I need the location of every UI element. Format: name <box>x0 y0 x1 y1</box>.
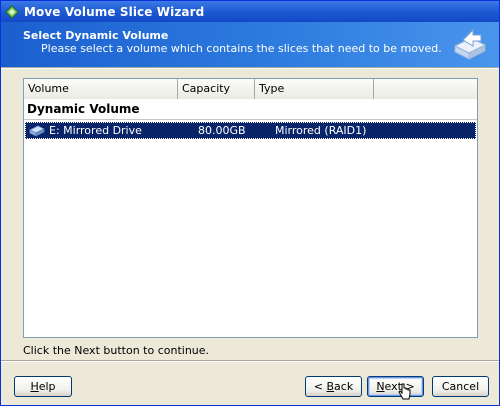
volume-list[interactable]: Volume Capacity Type Dynamic Volume E: M… <box>23 78 478 338</box>
header-subtitle: Please select a volume which contains th… <box>41 42 442 55</box>
drive-icon <box>29 125 45 137</box>
column-volume[interactable]: Volume <box>24 79 178 99</box>
back-button[interactable]: < Back <box>305 376 362 397</box>
header-title: Select Dynamic Volume <box>23 29 169 42</box>
volume-type: Mirrored (RAID1) <box>275 124 367 137</box>
column-capacity[interactable]: Capacity <box>178 79 255 99</box>
move-volume-icon <box>453 28 487 60</box>
header-separator <box>1 67 499 69</box>
instruction-text: Click the Next button to continue. <box>23 344 210 357</box>
list-item[interactable]: E: Mirrored Drive 80.00GB Mirrored (RAID… <box>25 122 476 139</box>
column-type[interactable]: Type <box>255 79 374 99</box>
group-header: Dynamic Volume <box>24 99 477 120</box>
title-bar[interactable]: Move Volume Slice Wizard <box>1 1 499 22</box>
window-title: Move Volume Slice Wizard <box>24 4 205 19</box>
wizard-app-icon <box>5 4 19 19</box>
help-button[interactable]: Help <box>14 376 72 397</box>
next-button[interactable]: Next > <box>367 376 424 397</box>
volume-name: E: Mirrored Drive <box>49 124 142 137</box>
wizard-window: Move Volume Slice Wizard Select Dynamic … <box>0 0 500 406</box>
cancel-button[interactable]: Cancel <box>432 376 489 397</box>
footer-separator <box>1 360 499 362</box>
wizard-header: Select Dynamic Volume Please select a vo… <box>1 22 499 67</box>
list-header: Volume Capacity Type <box>24 79 477 99</box>
volume-capacity: 80.00GB <box>198 124 246 137</box>
column-empty[interactable] <box>374 79 477 99</box>
group-label: Dynamic Volume <box>27 102 140 116</box>
